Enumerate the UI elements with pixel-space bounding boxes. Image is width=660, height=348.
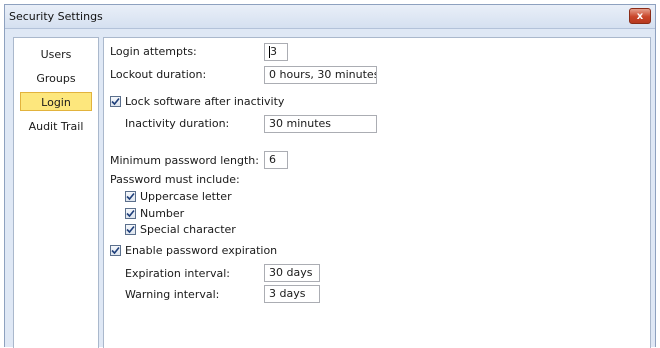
sidebar-item-login[interactable]: Login xyxy=(20,92,92,111)
close-button[interactable]: x xyxy=(629,8,651,24)
warning-interval-value: 3 days xyxy=(269,287,306,300)
title-bar[interactable]: Security Settings x xyxy=(5,5,655,29)
special-character-label: Special character xyxy=(140,223,236,236)
checkmark-icon xyxy=(111,246,120,255)
password-expiration-label: Enable password expiration xyxy=(125,244,278,257)
password-expiration-checkbox[interactable] xyxy=(110,245,121,256)
number-label: Number xyxy=(140,207,185,220)
number-checkbox[interactable] xyxy=(125,208,136,219)
inactivity-duration-input[interactable]: 30 minutes xyxy=(264,115,377,133)
login-attempts-input[interactable]: 3 xyxy=(264,43,288,61)
min-password-length-value: 6 xyxy=(269,153,276,166)
min-password-length-label: Minimum password length: xyxy=(110,154,259,167)
lock-inactivity-checkbox[interactable] xyxy=(110,96,121,107)
uppercase-checkbox[interactable] xyxy=(125,191,136,202)
expiration-interval-value: 30 days xyxy=(269,266,313,279)
checkmark-icon xyxy=(111,97,120,106)
sidebar-item-users[interactable]: Users xyxy=(20,45,92,64)
uppercase-label: Uppercase letter xyxy=(140,190,232,203)
sidebar-item-label: Login xyxy=(41,96,71,109)
lock-inactivity-label: Lock software after inactivity xyxy=(125,95,285,108)
close-icon: x xyxy=(636,10,644,22)
expiration-interval-input[interactable]: 30 days xyxy=(264,264,320,282)
warning-interval-input[interactable]: 3 days xyxy=(264,285,320,303)
lockout-duration-value: 0 hours, 30 minutes xyxy=(269,68,377,81)
login-attempts-label: Login attempts: xyxy=(110,45,197,58)
warning-interval-label: Warning interval: xyxy=(125,288,220,301)
password-must-include-label: Password must include: xyxy=(110,173,240,186)
lockout-duration-label: Lockout duration: xyxy=(110,68,207,81)
window-title: Security Settings xyxy=(9,10,103,23)
checkmark-icon xyxy=(126,225,135,234)
inactivity-duration-label: Inactivity duration: xyxy=(125,117,230,130)
sidebar-item-audit-trail[interactable]: Audit Trail xyxy=(20,117,92,136)
sidebar-item-label: Users xyxy=(40,48,72,61)
min-password-length-input[interactable]: 6 xyxy=(264,151,288,169)
inactivity-duration-value: 30 minutes xyxy=(269,117,332,130)
lockout-duration-input[interactable]: 0 hours, 30 minutes xyxy=(264,66,377,84)
security-settings-window: Security Settings x Users Groups Login A… xyxy=(4,4,656,348)
special-character-checkbox[interactable] xyxy=(125,224,136,235)
settings-sidebar: Users Groups Login Audit Trail xyxy=(13,37,99,348)
sidebar-item-label: Groups xyxy=(36,72,76,85)
expiration-interval-label: Expiration interval: xyxy=(125,267,230,280)
sidebar-item-label: Audit Trail xyxy=(28,120,84,133)
checkmark-icon xyxy=(126,209,135,218)
login-settings-panel: Login attempts: 3 Lockout duration: 0 ho… xyxy=(103,37,651,348)
login-attempts-value: 3 xyxy=(270,45,277,58)
sidebar-item-groups[interactable]: Groups xyxy=(20,69,92,88)
checkmark-icon xyxy=(126,192,135,201)
